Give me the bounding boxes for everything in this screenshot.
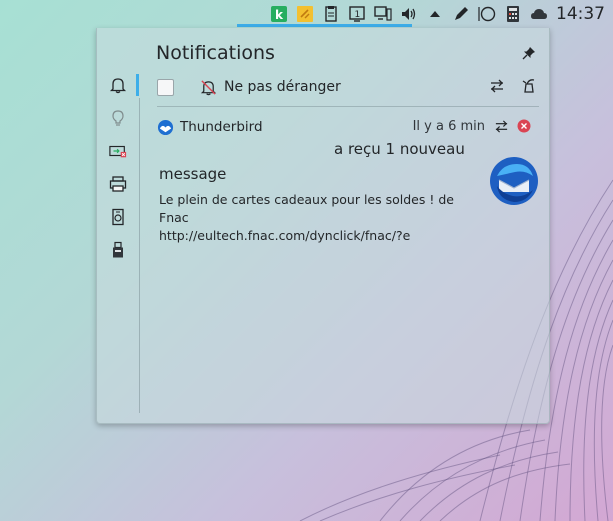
thunderbird-logo-icon [490, 157, 538, 205]
pen-icon[interactable] [449, 2, 473, 26]
calculator-icon[interactable] [501, 2, 525, 26]
notification-body-line: Le plein de cartes cadeaux pour les sold… [159, 192, 454, 225]
do-not-disturb-label[interactable]: Ne pas déranger [224, 79, 341, 95]
lightbulb-tab[interactable] [97, 101, 139, 134]
side-divider [139, 98, 140, 413]
virtual-desktop-icon[interactable]: 1 [345, 2, 369, 26]
usb-tab[interactable] [97, 233, 139, 266]
bell-icon [109, 77, 127, 93]
close-icon[interactable] [517, 119, 531, 133]
circle-icon[interactable] [475, 2, 499, 26]
pin-icon[interactable] [522, 46, 536, 60]
active-tray-indicator [237, 24, 412, 27]
volume-icon[interactable] [397, 2, 421, 26]
clear-all-icon[interactable] [521, 78, 537, 94]
battery-tab[interactable] [97, 134, 139, 167]
clipboard-icon[interactable] [319, 2, 343, 26]
notification-summary-continued: message [159, 165, 227, 183]
notification-summary: a reçu 1 nouveau [334, 140, 465, 158]
notification-time: Il y a 6 min [412, 119, 485, 134]
printer-tab[interactable] [97, 167, 139, 200]
thunderbird-icon [157, 119, 174, 135]
svg-text:1: 1 [355, 10, 361, 20]
battery-icon [109, 145, 127, 157]
expand-arrow-icon[interactable] [423, 2, 447, 26]
usb-drive-icon [113, 241, 123, 257]
do-not-disturb-checkbox[interactable] [157, 78, 174, 96]
app-name: Thunderbird [180, 119, 263, 135]
printer-icon [109, 175, 127, 192]
do-not-disturb-row: Ne pas déranger [157, 75, 537, 99]
page-title: Notifications [156, 42, 275, 64]
k-app-icon[interactable]: k [267, 2, 291, 26]
divider [157, 106, 539, 107]
notifications-popup: Notifications Ne pas déranger Thunderbir… [96, 28, 550, 424]
header-actions [489, 78, 537, 94]
bell-off-icon [200, 79, 217, 95]
weather-icon[interactable] [527, 2, 551, 26]
notification-body-link[interactable]: http://eultech.fnac.com/dynclick/fnac/?e [159, 227, 479, 245]
notification-settings-icon[interactable] [494, 119, 509, 134]
notifications-tab[interactable] [97, 68, 139, 101]
device-icon [112, 208, 124, 225]
side-tabs [97, 68, 139, 266]
configure-icon[interactable] [489, 78, 505, 94]
sticky-notes-icon[interactable] [293, 2, 317, 26]
svg-text:k: k [275, 8, 284, 22]
notification-body: Le plein de cartes cadeaux pour les sold… [159, 191, 479, 245]
clock[interactable]: 14:37 [556, 4, 605, 24]
lightbulb-icon [112, 109, 124, 126]
notification-header: Thunderbird Il y a 6 min [157, 117, 539, 137]
display-icon[interactable] [371, 2, 395, 26]
device-tab[interactable] [97, 200, 139, 233]
